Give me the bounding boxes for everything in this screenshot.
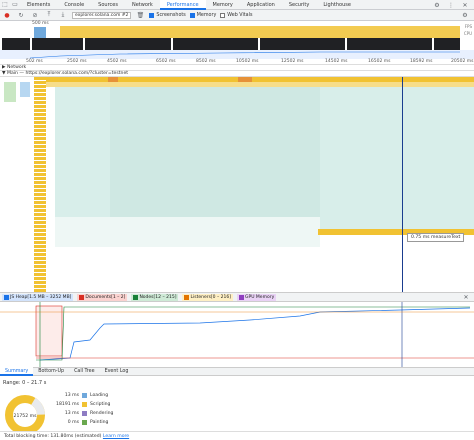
ruler-tick: 14502 ms [325, 59, 348, 64]
checkbox-unchecked-icon [220, 12, 226, 18]
learn-more-link[interactable]: Learn more [103, 434, 129, 439]
donut-total: 21752 ms [14, 413, 38, 419]
screenshot-thumbnail [346, 38, 433, 50]
flame-chart[interactable]: 0.75 ms measureText [0, 77, 474, 292]
screenshot-thumbnail [434, 38, 460, 50]
settings-gear-icon[interactable]: ⚙ [432, 0, 442, 10]
ruler-tick: 18592 ms [410, 59, 433, 64]
task-bar-scripting[interactable] [238, 77, 252, 82]
idle-frames-region [55, 217, 320, 247]
webvitals-checkbox[interactable]: Web Vitals [220, 12, 252, 18]
idle-frames-region [110, 87, 320, 232]
inspect-icon[interactable]: ⬚ [0, 0, 10, 10]
painting-swatch [82, 420, 87, 425]
timeline-overview[interactable]: 500 ms FPS CPU NET HEAP [0, 21, 474, 72]
ruler-tick: 16502 ms [368, 59, 391, 64]
tab-event-log[interactable]: Event Log [100, 367, 134, 376]
download-icon[interactable]: ⤓ [58, 10, 68, 20]
loading-swatch [82, 393, 87, 398]
task-bar-scripting[interactable] [108, 77, 118, 82]
close-icon[interactable]: ✕ [460, 0, 470, 10]
memory-graph[interactable] [0, 302, 474, 367]
close-icon[interactable]: ✕ [461, 292, 471, 302]
screenshot-thumbnail [85, 38, 171, 50]
checkbox-checked-icon [149, 12, 155, 18]
screenshots-checkbox[interactable]: Screenshots [149, 12, 186, 18]
memory-counters-legend: JS Heap[1.5 MB – 3252 MB] Documents[1 – … [0, 292, 474, 302]
clear-icon[interactable]: ⊘ [30, 10, 40, 20]
scripting-swatch [82, 402, 87, 407]
summary-row-rendering: 13 ms Rendering [64, 411, 114, 416]
checkbox-checked-icon [4, 294, 9, 300]
screenshots-strip [0, 38, 460, 50]
checkbox-checked-icon [184, 294, 190, 300]
window-controls: ⚙ ⋮ ✕ [432, 0, 470, 10]
rendering-swatch [82, 411, 87, 416]
ruler-tick: 12502 ms [281, 59, 304, 64]
tab-sources[interactable]: Sources [91, 0, 125, 10]
tab-memory[interactable]: Memory [206, 0, 240, 10]
checkbox-checked-icon [189, 12, 195, 18]
overview-tick-label: 500 ms [32, 21, 49, 26]
screenshot-thumbnail [172, 38, 258, 50]
more-menu-icon[interactable]: ⋮ [446, 0, 456, 10]
tab-summary[interactable]: Summary [0, 367, 34, 376]
idle-frames-region [320, 87, 474, 229]
overview-heap-graph [0, 50, 474, 59]
cpu-activity-band [60, 26, 460, 38]
screenshot-thumbnail [2, 38, 30, 50]
ruler-tick: 10502 ms [236, 59, 259, 64]
tab-bottom-up[interactable]: Bottom-Up [33, 367, 69, 376]
memory-checkbox[interactable]: Memory [189, 12, 216, 18]
record-icon[interactable]: ● [2, 10, 12, 20]
tab-application[interactable]: Application [240, 0, 282, 10]
tab-security[interactable]: Security [282, 0, 317, 10]
js-heap-checkbox[interactable]: JS Heap[1.5 MB – 3252 MB] [2, 293, 74, 301]
ruler-tick: 4502 ms [107, 59, 127, 64]
summary-row-painting: 0 ms Painting [67, 420, 109, 425]
tab-network[interactable]: Network [125, 0, 160, 10]
reload-icon[interactable]: ↻ [16, 10, 26, 20]
summary-range: Range: 0 – 21.7 s [3, 380, 47, 386]
tab-call-tree[interactable]: Call Tree [69, 367, 99, 376]
summary-row-loading: 13 ms Loading [64, 393, 109, 398]
gpu-memory-checkbox[interactable]: GPU Memory [237, 293, 277, 301]
screenshot-thumbnail [31, 38, 84, 50]
tab-lighthouse[interactable]: Lighthouse [316, 0, 358, 10]
documents-checkbox[interactable]: Documents[1 – 2] [77, 293, 128, 301]
ruler-tick: 6502 ms [156, 59, 176, 64]
ruler-tick: 20502 ms [451, 59, 474, 64]
deep-call-stack[interactable] [34, 77, 46, 292]
tab-console[interactable]: Console [57, 0, 91, 10]
details-tabs: Summary Bottom-Up Call Tree Event Log [0, 367, 474, 376]
delete-profile-icon[interactable]: 🗑 [135, 10, 145, 20]
loading-block[interactable] [20, 82, 30, 97]
performance-toolbar: ● ↻ ⊘ ⤒ ⤓ explorer.solana.com #2 🗑 Scree… [0, 10, 474, 21]
tab-performance[interactable]: Performance [159, 0, 206, 10]
ruler-tick: 8502 ms [196, 59, 216, 64]
capture-settings-gear-icon[interactable]: ⚙ [460, 10, 470, 20]
profile-select[interactable]: explorer.solana.com #2 [72, 11, 132, 19]
listeners-checkbox[interactable]: Listeners[0 – 216] [182, 293, 233, 301]
loading-block[interactable] [4, 82, 16, 102]
cpu-label: CPU [463, 31, 472, 36]
fps-label: FPS [464, 24, 472, 29]
devtools-tab-bar: ⬚ ▭ Elements Console Sources Network Per… [0, 0, 474, 10]
nodes-checkbox[interactable]: Nodes[12 – 215] [131, 293, 179, 301]
screenshot-thumbnail [259, 38, 345, 50]
ruler-tick: 2502 ms [67, 59, 87, 64]
blocking-time-footer: Total blocking time: 131.80ms (estimated… [0, 431, 474, 440]
cpu-loading-block [34, 27, 46, 38]
tab-elements[interactable]: Elements [20, 0, 57, 10]
device-toolbar-icon[interactable]: ▭ [10, 0, 20, 10]
summary-row-scripting: 18191 ms Scripting [56, 402, 111, 407]
ruler-tick: 502 ms [26, 59, 43, 64]
flame-tooltip: 0.75 ms measureText [407, 233, 465, 242]
time-cursor-line [402, 77, 403, 292]
upload-icon[interactable]: ⤒ [44, 10, 54, 20]
checkbox-checked-icon [133, 294, 139, 300]
checkbox-checked-icon [79, 294, 85, 300]
checkbox-checked-icon [239, 294, 244, 300]
